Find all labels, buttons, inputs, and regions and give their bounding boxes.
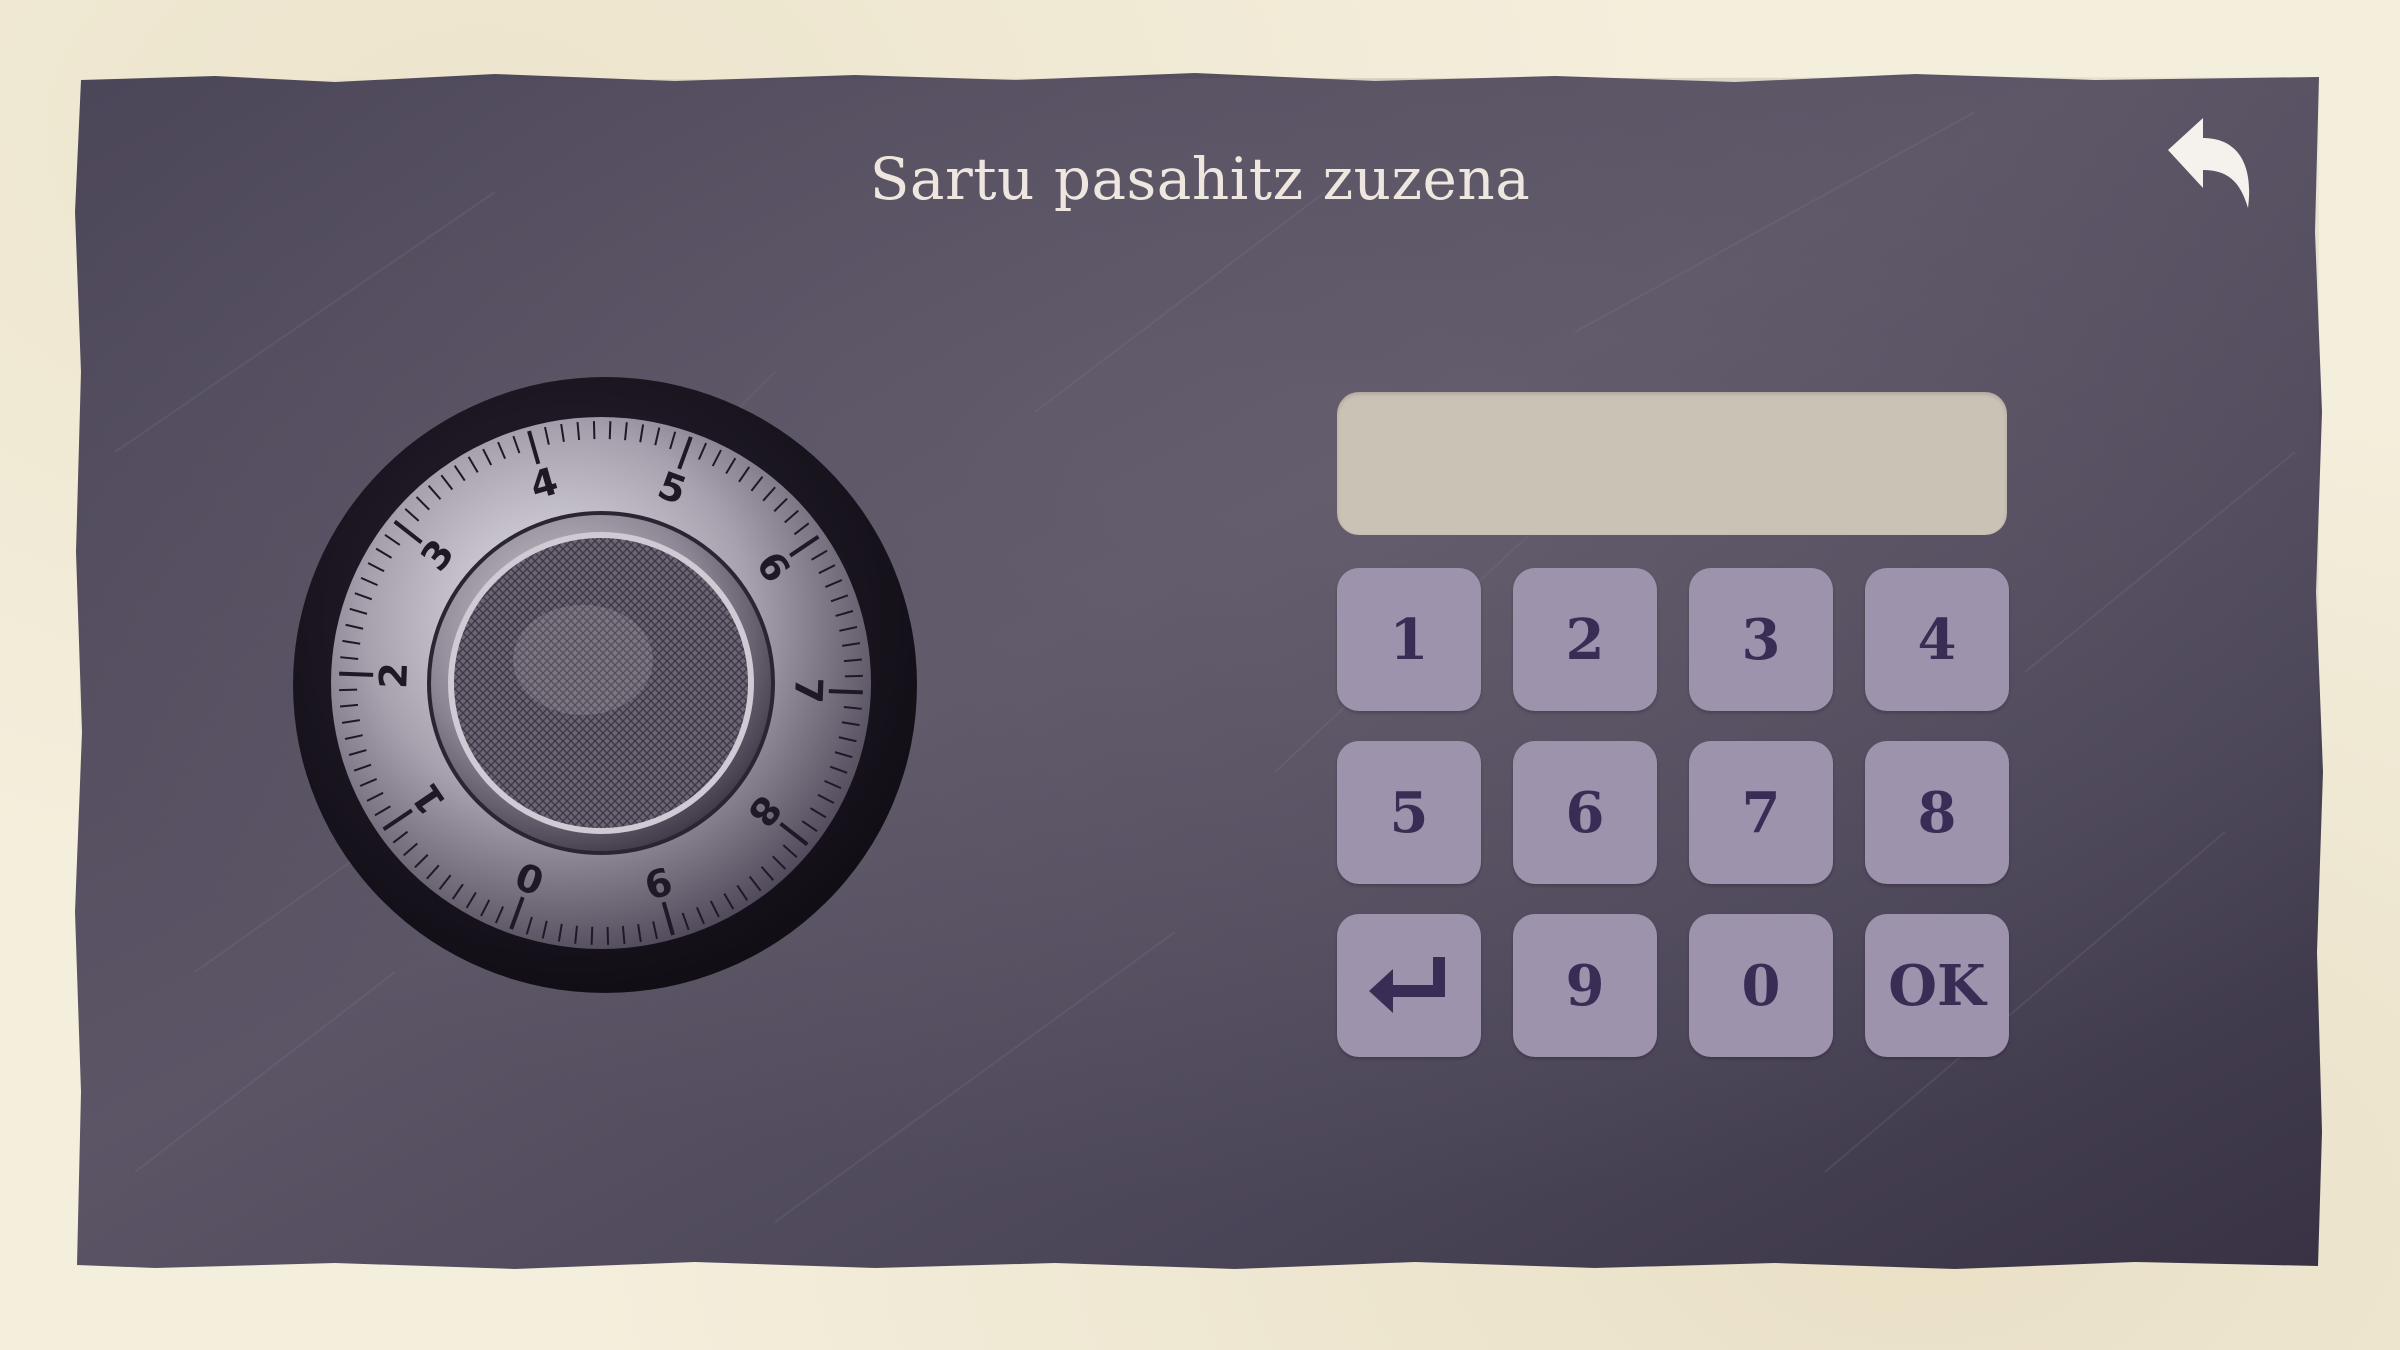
key-ok[interactable]: OK (1865, 914, 2009, 1057)
safe-dial-graphic: 01234 56789 (293, 377, 917, 993)
dial-tick (339, 671, 374, 677)
keypad: 1 2 3 4 5 6 7 8 9 0 OK (1337, 568, 2009, 1058)
key-6[interactable]: 6 (1513, 741, 1657, 884)
key-5[interactable]: 5 (1337, 741, 1481, 884)
dial-number: 2 (371, 662, 416, 690)
key-9[interactable]: 9 (1513, 914, 1657, 1057)
enter-arrow-icon (1369, 956, 1445, 1013)
key-2[interactable]: 2 (1513, 568, 1657, 711)
dial-tick (828, 689, 863, 695)
password-display (1337, 392, 2007, 535)
page-title: Sartu pasahitz zuzena (869, 145, 1531, 213)
key-8[interactable]: 8 (1865, 741, 2009, 884)
dial-tick (608, 421, 612, 440)
back-button[interactable] (2158, 110, 2258, 220)
key-3[interactable]: 3 (1689, 568, 1833, 711)
key-7[interactable]: 7 (1689, 741, 1833, 884)
undo-arrow-icon (2168, 118, 2250, 208)
combination-dial[interactable]: 0123456789 (283, 365, 923, 995)
dial-number: 7 (786, 676, 831, 704)
dial-tick (590, 926, 594, 945)
key-backspace[interactable] (1337, 914, 1481, 1057)
key-1[interactable]: 1 (1337, 568, 1481, 711)
key-4[interactable]: 4 (1865, 568, 2009, 711)
key-0[interactable]: 0 (1689, 914, 1833, 1057)
